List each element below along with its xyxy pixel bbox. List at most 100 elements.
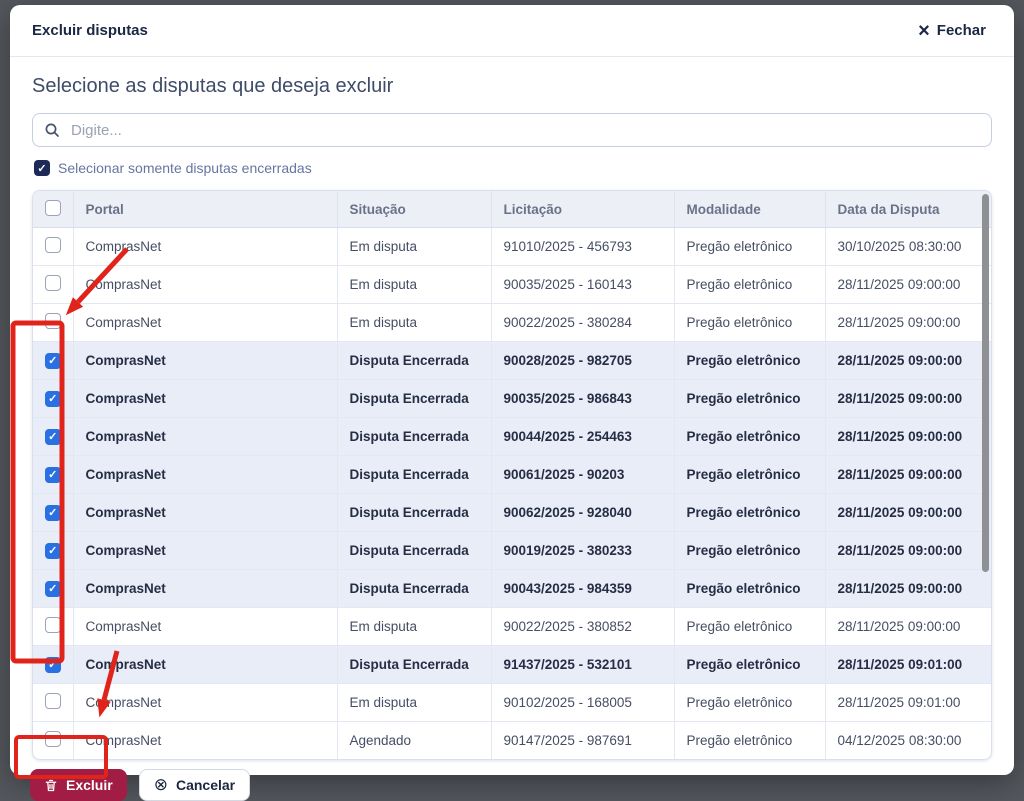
cell-modalidade: Pregão eletrônico bbox=[674, 569, 826, 608]
cell-data: 28/11/2025 09:00:00 bbox=[825, 455, 991, 494]
cell-situacao: Disputa Encerrada bbox=[337, 341, 492, 380]
delete-button[interactable]: Excluir bbox=[30, 769, 127, 801]
cell-situacao: Disputa Encerrada bbox=[337, 417, 492, 456]
cell-situacao: Disputa Encerrada bbox=[337, 455, 492, 494]
row-checkbox[interactable]: ✓ bbox=[44, 580, 61, 597]
column-header-data: Data da Disputa bbox=[825, 191, 991, 228]
cell-data: 04/12/2025 08:30:00 bbox=[837, 733, 962, 748]
cell-situacao: Disputa Encerrada bbox=[337, 493, 492, 532]
table-row[interactable]: ✓ ComprasNet Disputa Encerrada 90044/202… bbox=[33, 417, 991, 456]
row-checkbox[interactable]: ✓ bbox=[44, 504, 61, 521]
cell-licitacao: 90022/2025 - 380852 bbox=[491, 607, 675, 646]
trash-icon bbox=[44, 778, 58, 793]
table-row[interactable]: ✓ ComprasNet Disputa Encerrada 90028/202… bbox=[33, 341, 991, 380]
cell-portal: ComprasNet bbox=[73, 265, 338, 304]
close-icon: × bbox=[918, 19, 930, 42]
table-row[interactable]: ✓ ComprasNet Disputa Encerrada 90035/202… bbox=[33, 379, 991, 418]
disputes-table-container: Portal Situação Licitação Modalidade Dat… bbox=[32, 190, 992, 760]
cell-situacao: Em disputa bbox=[337, 303, 492, 342]
cell-situacao: Em disputa bbox=[337, 607, 492, 646]
cell-licitacao: 90062/2025 - 928040 bbox=[491, 493, 675, 532]
table-row[interactable]: ✓ ComprasNet Disputa Encerrada 90019/202… bbox=[33, 531, 991, 570]
cell-licitacao: 90035/2025 - 986843 bbox=[491, 379, 675, 418]
cell-data: 28/11/2025 09:00:00 bbox=[825, 265, 991, 304]
row-checkbox[interactable]: ✓ bbox=[44, 466, 61, 483]
row-checkbox[interactable]: ✓ bbox=[44, 428, 61, 445]
cell-modalidade: Pregão eletrônico bbox=[674, 531, 826, 570]
cell-data: 28/11/2025 09:00:00 bbox=[825, 607, 991, 646]
modal-footer: Excluir ⊗ Cancelar bbox=[30, 769, 992, 801]
delete-button-label: Excluir bbox=[66, 777, 113, 793]
table-row[interactable]: ComprasNet Em disputa 90022/2025 - 38085… bbox=[33, 607, 991, 646]
cell-modalidade: Pregão eletrônico bbox=[674, 455, 826, 494]
delete-disputes-modal: Excluir disputas × Fechar Selecione as d… bbox=[10, 5, 1014, 801]
cell-data: 28/11/2025 09:00:00 bbox=[825, 531, 991, 570]
close-label: Fechar bbox=[936, 22, 986, 39]
cancel-button[interactable]: ⊗ Cancelar bbox=[138, 769, 251, 801]
cell-licitacao: 90022/2025 - 380284 bbox=[491, 303, 675, 342]
row-checkbox[interactable] bbox=[44, 313, 61, 329]
table-scrollbar-thumb[interactable] bbox=[982, 194, 989, 572]
cell-licitacao: 90035/2025 - 160143 bbox=[491, 265, 675, 304]
table-row[interactable]: ComprasNet Agendado 90147/2025 - 987691 … bbox=[33, 721, 991, 759]
cell-portal: ComprasNet bbox=[73, 493, 338, 532]
row-checkbox[interactable]: ✓ bbox=[44, 656, 61, 673]
cell-portal: ComprasNet bbox=[73, 455, 338, 494]
cell-modalidade: Pregão eletrônico bbox=[674, 341, 826, 380]
table-row[interactable]: ✓ ComprasNet Disputa Encerrada 90062/202… bbox=[33, 493, 991, 532]
close-button[interactable]: × Fechar bbox=[912, 19, 992, 42]
cell-modalidade: Pregão eletrônico bbox=[674, 645, 826, 684]
cell-portal: ComprasNet bbox=[73, 531, 338, 570]
cell-licitacao: 90102/2025 - 168005 bbox=[491, 683, 675, 722]
row-checkbox[interactable] bbox=[44, 693, 61, 709]
table-row[interactable]: ComprasNet Em disputa 91010/2025 - 45679… bbox=[33, 227, 991, 266]
search-input[interactable] bbox=[69, 120, 980, 140]
cell-situacao: Disputa Encerrada bbox=[337, 531, 492, 570]
cell-licitacao: 90147/2025 - 987691 bbox=[491, 721, 675, 759]
modal-subheading: Selecione as disputas que deseja excluir bbox=[32, 75, 394, 97]
table-row[interactable]: ComprasNet Em disputa 90022/2025 - 38028… bbox=[33, 303, 991, 342]
cell-data: 28/11/2025 09:00:00 bbox=[825, 569, 991, 608]
cell-data: 28/11/2025 09:01:00 bbox=[825, 645, 991, 684]
cell-licitacao: 91010/2025 - 456793 bbox=[491, 227, 675, 266]
cell-portal: ComprasNet bbox=[73, 303, 338, 342]
column-header-portal: Portal bbox=[73, 191, 338, 228]
cell-modalidade: Pregão eletrônico bbox=[674, 683, 826, 722]
cell-portal: ComprasNet bbox=[73, 607, 338, 646]
table-row[interactable]: ComprasNet Em disputa 90102/2025 - 16800… bbox=[33, 683, 991, 722]
cell-situacao: Em disputa bbox=[337, 683, 492, 722]
table-row[interactable]: ✓ ComprasNet Disputa Encerrada 90061/202… bbox=[33, 455, 991, 494]
search-icon bbox=[44, 122, 60, 138]
cell-data: 28/11/2025 09:01:00 bbox=[825, 683, 991, 722]
select-all-checkbox[interactable] bbox=[44, 199, 61, 216]
cell-data: 28/11/2025 09:00:00 bbox=[825, 379, 991, 418]
search-box[interactable] bbox=[32, 113, 992, 147]
cell-modalidade: Pregão eletrônico bbox=[674, 607, 826, 646]
cell-situacao: Disputa Encerrada bbox=[337, 569, 492, 608]
row-checkbox[interactable]: ✓ bbox=[44, 390, 61, 407]
table-row[interactable]: ✓ ComprasNet Disputa Encerrada 91437/202… bbox=[33, 645, 991, 684]
cell-portal: ComprasNet bbox=[73, 379, 338, 418]
row-checkbox[interactable]: ✓ bbox=[44, 352, 61, 369]
cell-data: 28/11/2025 09:00:00 bbox=[825, 493, 991, 532]
column-header-licitacao: Licitação bbox=[491, 191, 675, 228]
row-checkbox[interactable] bbox=[44, 275, 61, 291]
filter-row: ✓ Selecionar somente disputas encerradas bbox=[34, 160, 992, 176]
cell-licitacao: 90028/2025 - 982705 bbox=[491, 341, 675, 380]
cell-licitacao: 90061/2025 - 90203 bbox=[491, 455, 675, 494]
cell-licitacao: 90043/2025 - 984359 bbox=[491, 569, 675, 608]
table-body: ComprasNet Em disputa 91010/2025 - 45679… bbox=[33, 227, 991, 759]
row-checkbox[interactable]: ✓ bbox=[44, 542, 61, 559]
row-checkbox[interactable] bbox=[44, 617, 61, 633]
filter-checkbox[interactable]: ✓ bbox=[34, 160, 50, 176]
cell-situacao: Em disputa bbox=[337, 227, 492, 266]
cell-portal: ComprasNet bbox=[73, 227, 338, 266]
cell-portal: ComprasNet bbox=[73, 569, 338, 608]
table-row[interactable]: ComprasNet Em disputa 90035/2025 - 16014… bbox=[33, 265, 991, 304]
table-row[interactable]: ✓ ComprasNet Disputa Encerrada 90043/202… bbox=[33, 569, 991, 608]
row-checkbox[interactable] bbox=[44, 237, 61, 253]
cell-portal: ComprasNet bbox=[73, 645, 338, 684]
cell-modalidade: Pregão eletrônico bbox=[674, 417, 826, 456]
row-checkbox[interactable] bbox=[44, 731, 61, 747]
modal-title: Excluir disputas bbox=[32, 22, 148, 39]
